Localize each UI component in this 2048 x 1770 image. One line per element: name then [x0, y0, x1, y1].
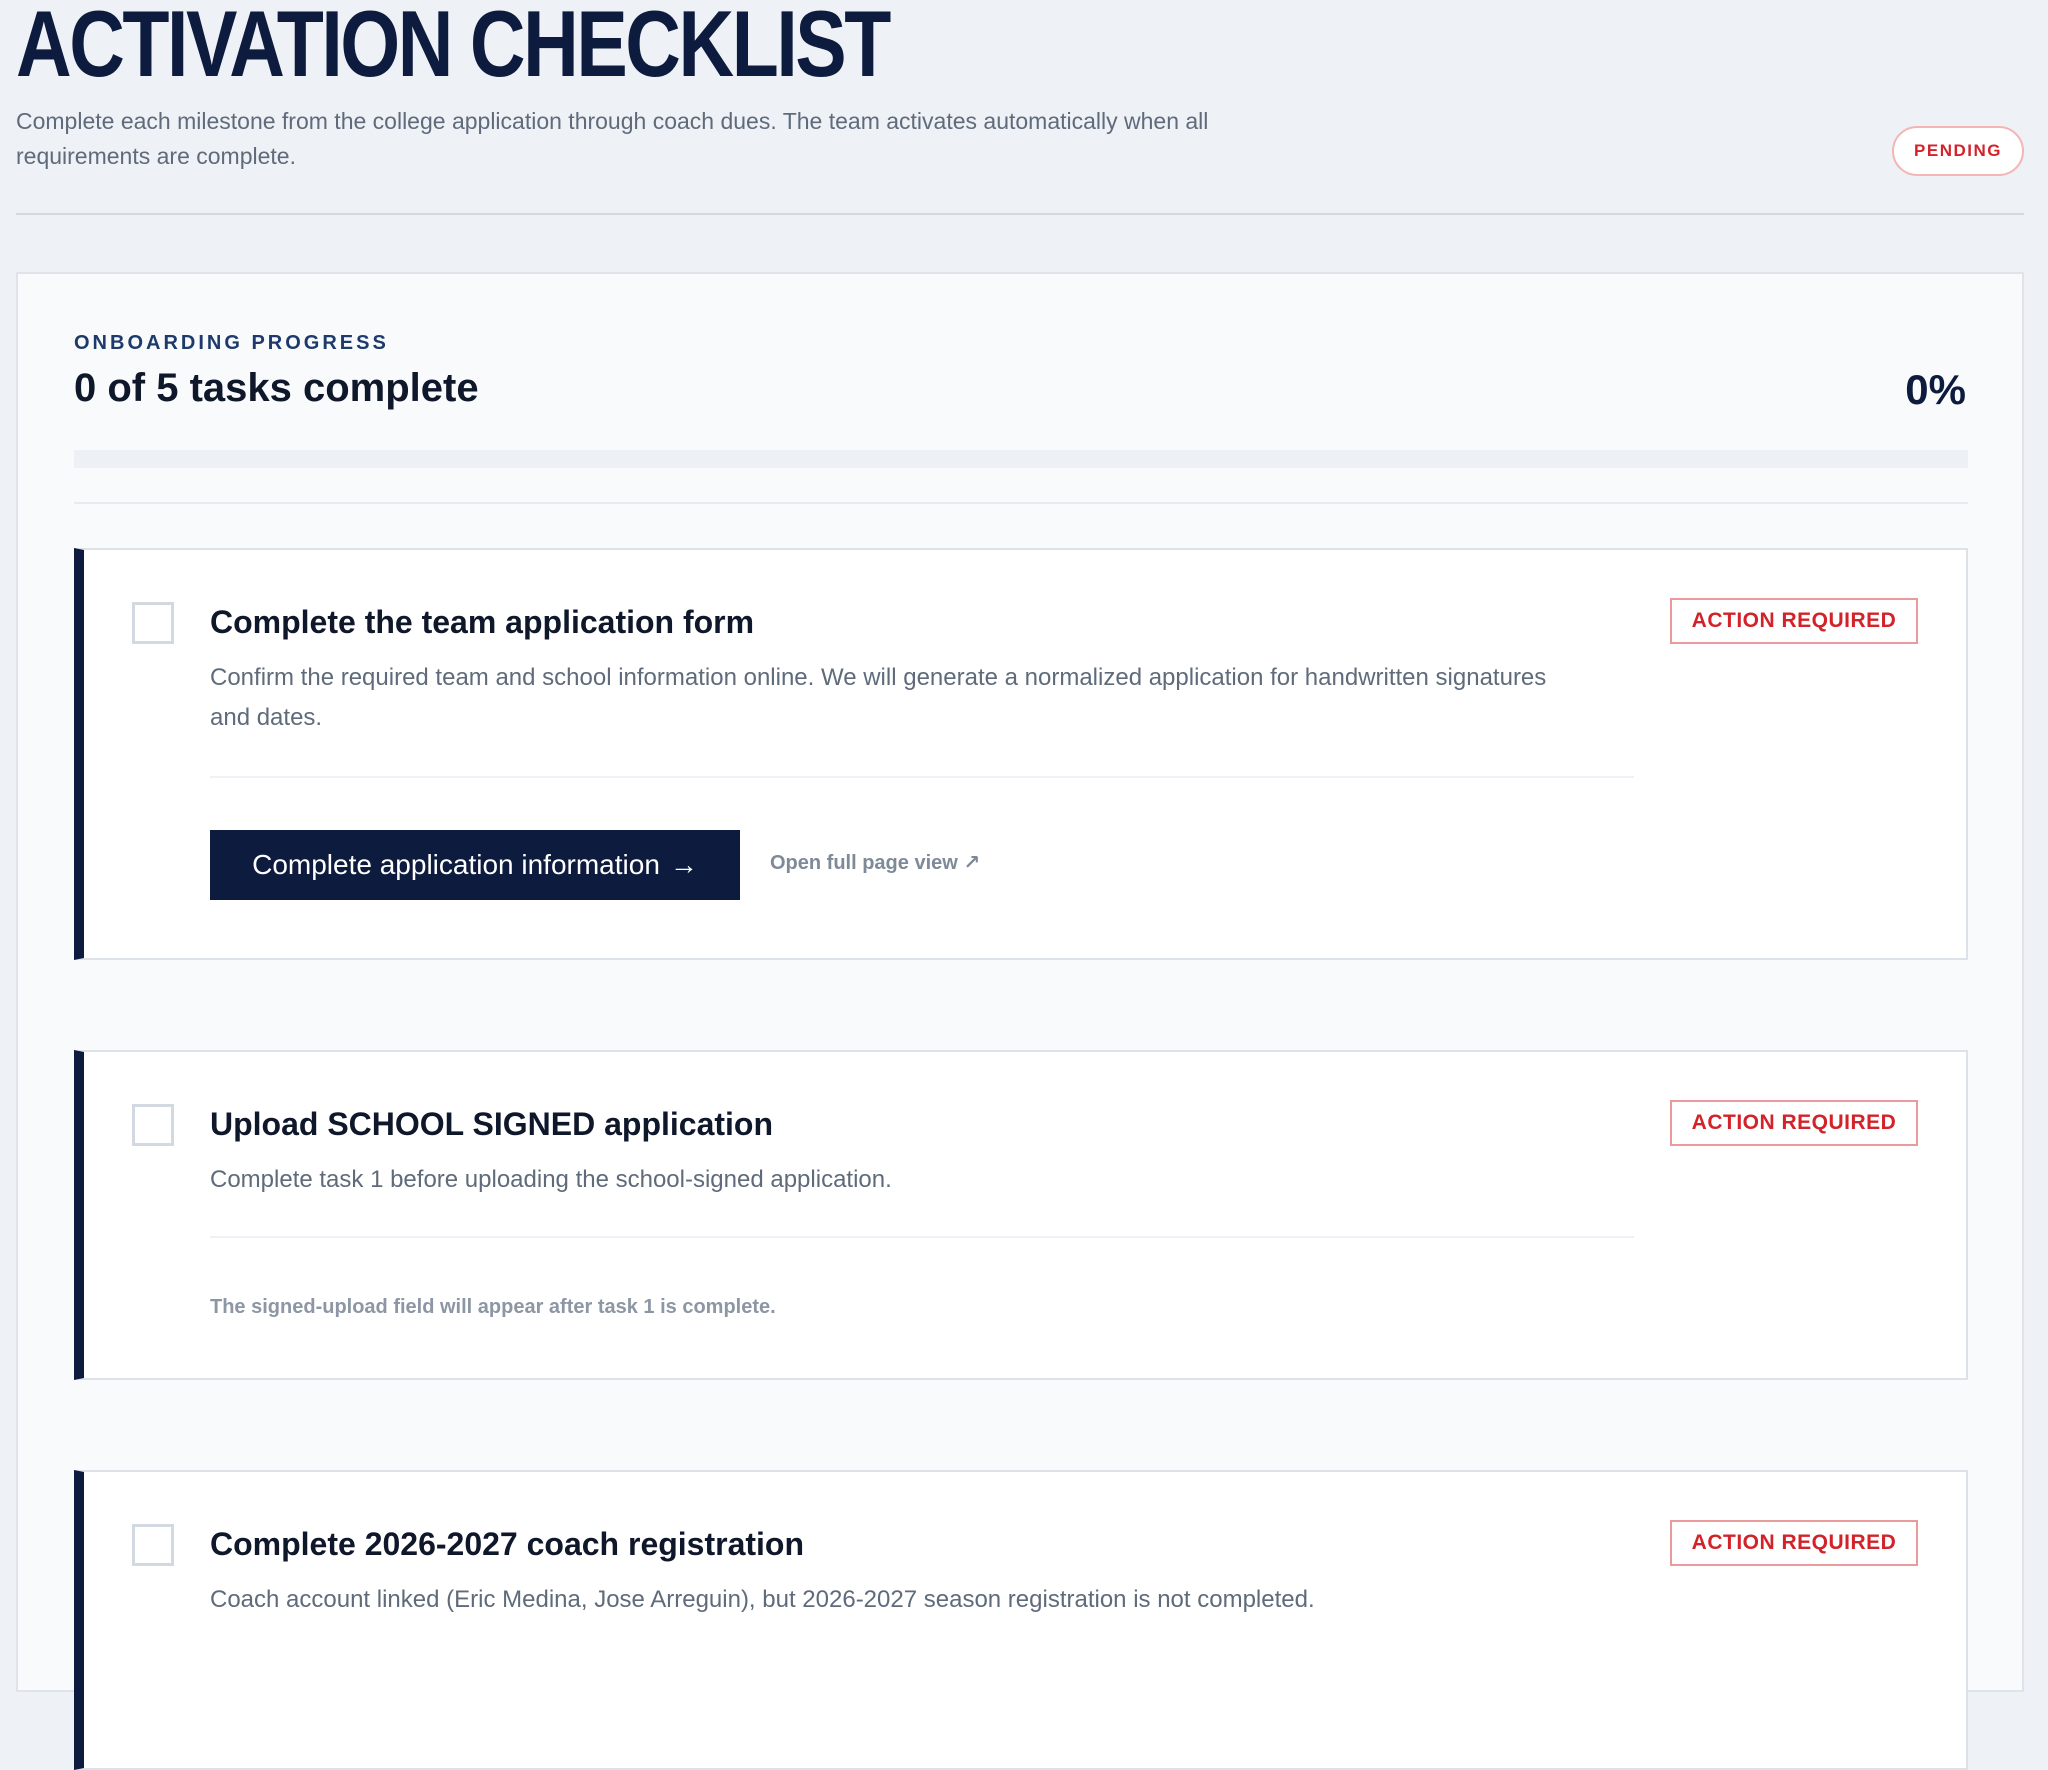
- task-title: Complete the team application form: [210, 604, 755, 640]
- task-title: Upload SCHOOL SIGNED application: [210, 1106, 774, 1142]
- helper-note: The signed-upload field will appear afte…: [210, 1296, 776, 1318]
- action-required-badge: ACTION REQUIRED: [1670, 598, 1918, 644]
- complete-application-button[interactable]: Complete application information →: [210, 830, 740, 900]
- page-subtitle: Complete each milestone from the college…: [16, 108, 1209, 169]
- task-divider: [210, 1236, 1634, 1238]
- divider: [74, 502, 1968, 504]
- action-required-badge: ACTION REQUIRED: [1670, 1520, 1918, 1566]
- task-card-school-signed-upload: Upload SCHOOL SIGNED application Complet…: [74, 1050, 1968, 1380]
- button-label: Complete application information: [252, 849, 660, 880]
- task-checkbox[interactable]: [132, 1104, 174, 1146]
- progress-eyebrow: ONBOARDING PROGRESS: [74, 332, 389, 354]
- onboarding-panel: ONBOARDING PROGRESS 0 of 5 tasks complet…: [16, 272, 2024, 1770]
- task-description: Coach account linked (Eric Medina, Jose …: [210, 1586, 1315, 1613]
- progress-percent: 0%: [1905, 366, 1966, 413]
- task-description: Complete task 1 before uploading the sch…: [210, 1166, 892, 1193]
- page-header: ACTIVATION CHECKLIST Complete each miles…: [16, 0, 2024, 215]
- open-full-page-link[interactable]: Open full page view ↗: [770, 850, 980, 875]
- task-card-application-form: Complete the team application form Confi…: [74, 548, 1968, 960]
- progress-bar: [74, 450, 1968, 468]
- task-title: Complete 2026-2027 coach registration: [210, 1526, 805, 1562]
- task-checkbox[interactable]: [132, 1524, 174, 1566]
- task-divider: [210, 776, 1634, 778]
- task-description: Confirm the required team and school inf…: [210, 664, 1547, 731]
- status-badge: PENDING: [1892, 126, 2024, 176]
- task-checkbox[interactable]: [132, 602, 174, 644]
- arrow-right-icon: →: [669, 849, 698, 880]
- action-required-badge: ACTION REQUIRED: [1670, 1100, 1918, 1146]
- page-title: ACTIVATION CHECKLIST: [16, 0, 891, 96]
- progress-summary: 0 of 5 tasks complete: [74, 366, 479, 410]
- task-card-coach-registration: Complete 2026-2027 coach registration Co…: [74, 1470, 1968, 1770]
